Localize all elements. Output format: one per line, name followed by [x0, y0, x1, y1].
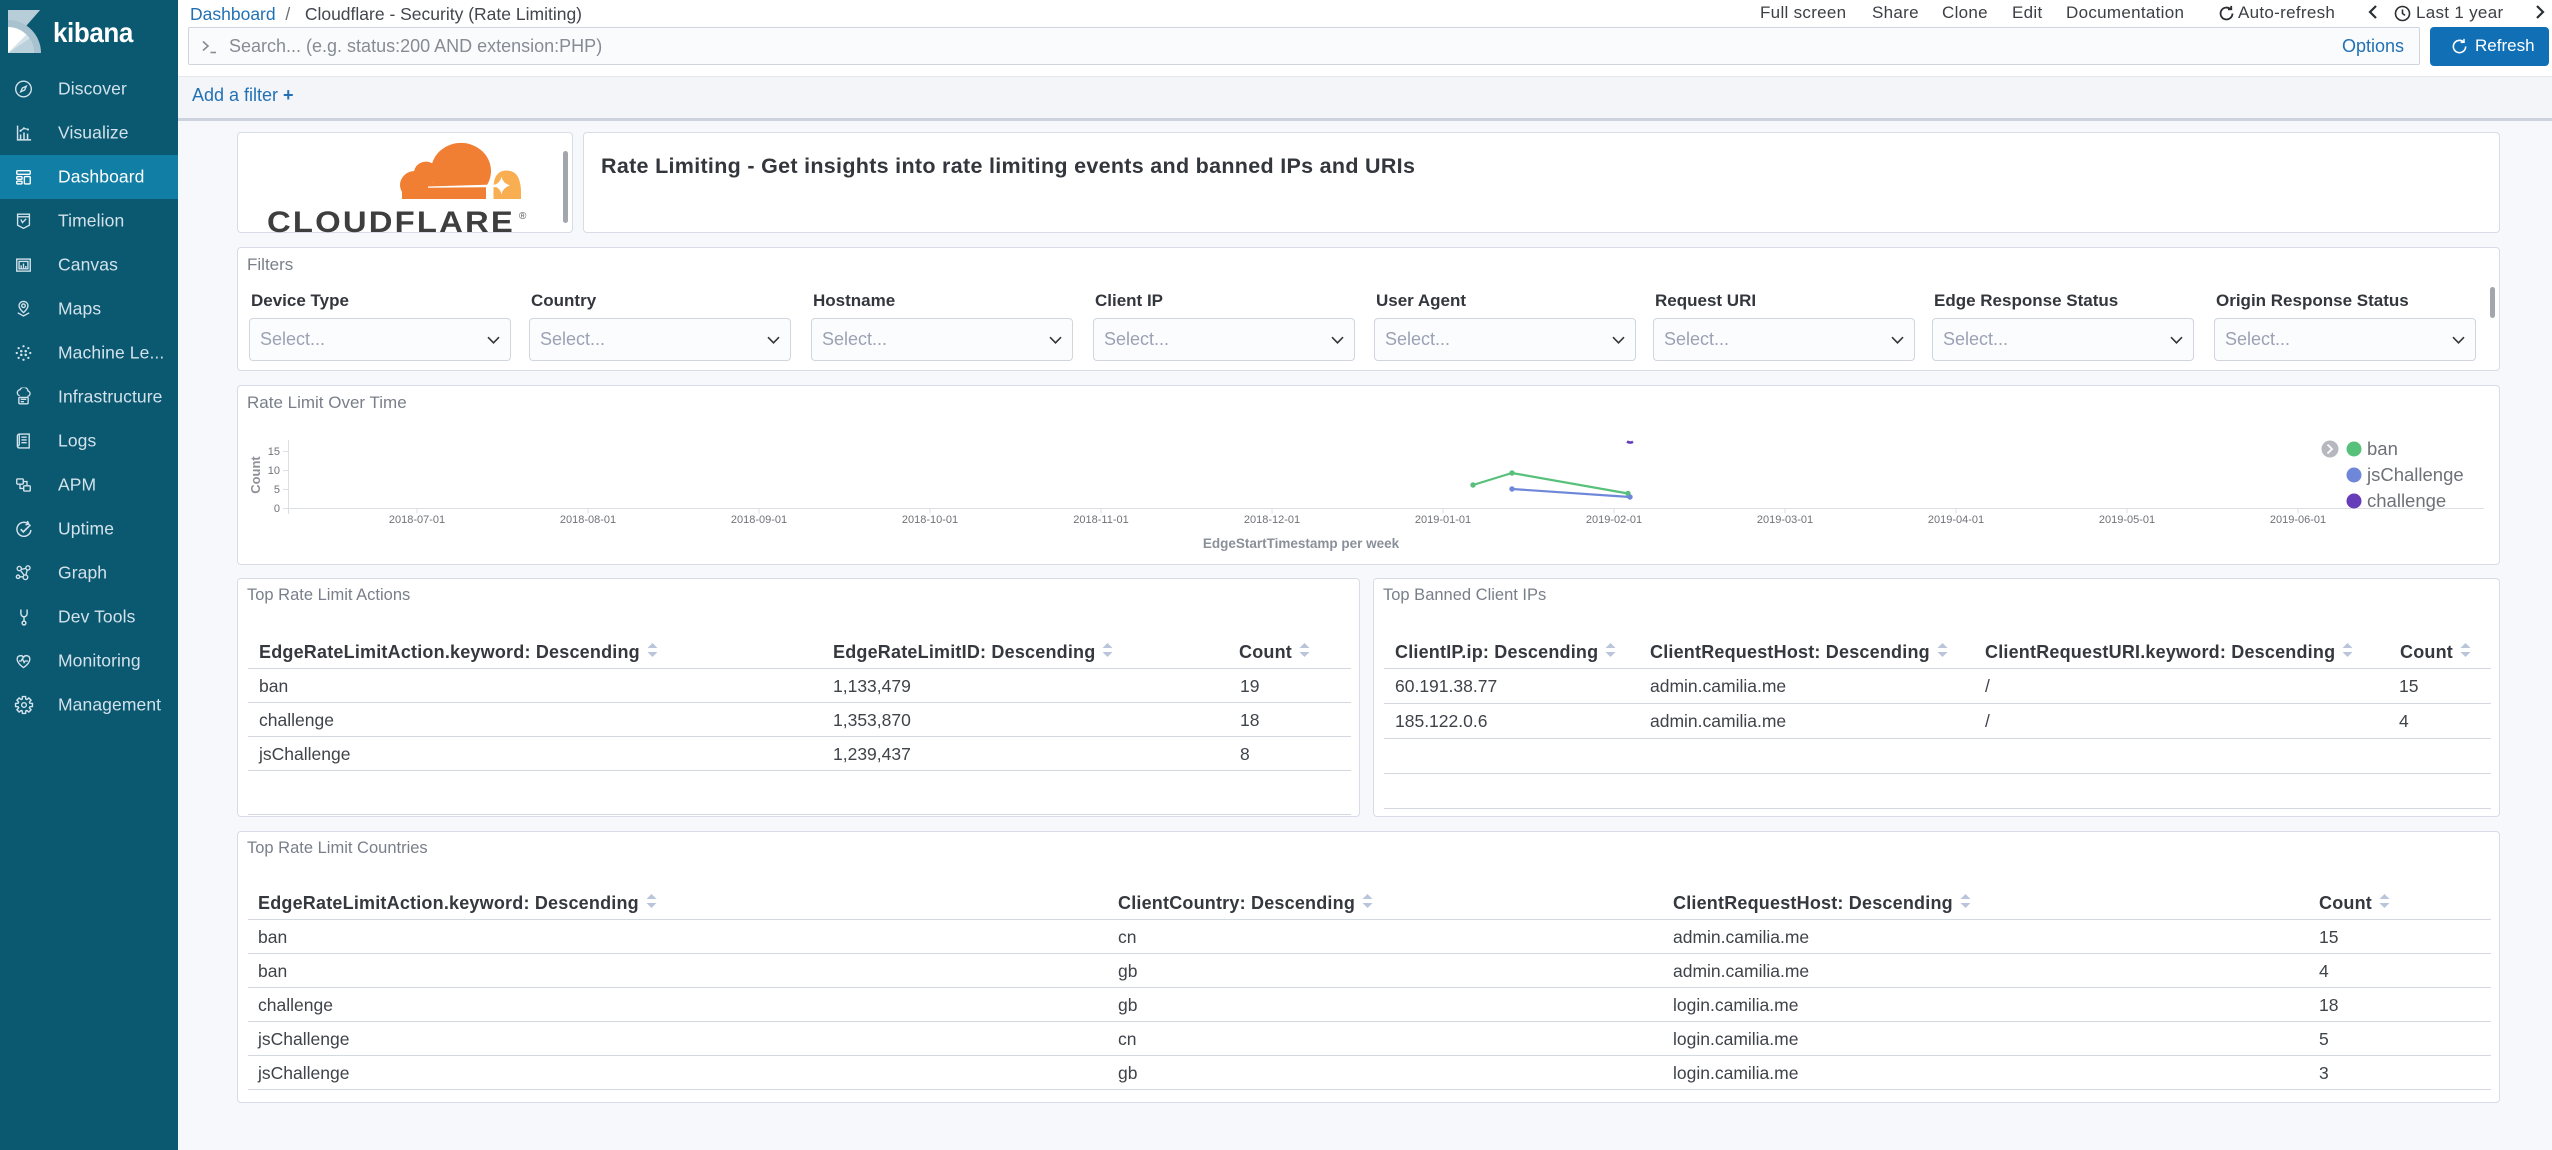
svg-text:2019-02-01: 2019-02-01 — [1586, 514, 1642, 526]
svg-text:2018-11-01: 2018-11-01 — [1073, 514, 1128, 526]
svg-text:10: 10 — [268, 465, 280, 477]
svg-text:15: 15 — [268, 446, 280, 458]
svg-text:Count: Count — [248, 456, 263, 494]
svg-text:challenge: challenge — [2367, 490, 2446, 511]
svg-text:2018-08-01: 2018-08-01 — [560, 514, 616, 526]
svg-text:5: 5 — [274, 484, 280, 496]
svg-text:®: ® — [519, 211, 527, 222]
svg-text:2018-10-01: 2018-10-01 — [902, 514, 958, 526]
svg-text:2019-06-01: 2019-06-01 — [2270, 514, 2326, 526]
svg-text:2018-12-01: 2018-12-01 — [1244, 514, 1300, 526]
svg-text:2019-04-01: 2019-04-01 — [1928, 514, 1984, 526]
svg-text:2018-09-01: 2018-09-01 — [731, 514, 787, 526]
svg-text:2018-07-01: 2018-07-01 — [389, 514, 445, 526]
svg-text:CLOUDFLARE: CLOUDFLARE — [267, 209, 515, 237]
svg-text:jsChallenge: jsChallenge — [2366, 464, 2464, 485]
svg-text:2019-01-01: 2019-01-01 — [1415, 514, 1471, 526]
svg-text:2019-03-01: 2019-03-01 — [1757, 514, 1813, 526]
svg-text:EdgeStartTimestamp per week: EdgeStartTimestamp per week — [1203, 536, 1400, 551]
svg-text:ban: ban — [2367, 438, 2398, 459]
svg-text:2019-05-01: 2019-05-01 — [2099, 514, 2155, 526]
svg-text:0: 0 — [274, 503, 280, 515]
